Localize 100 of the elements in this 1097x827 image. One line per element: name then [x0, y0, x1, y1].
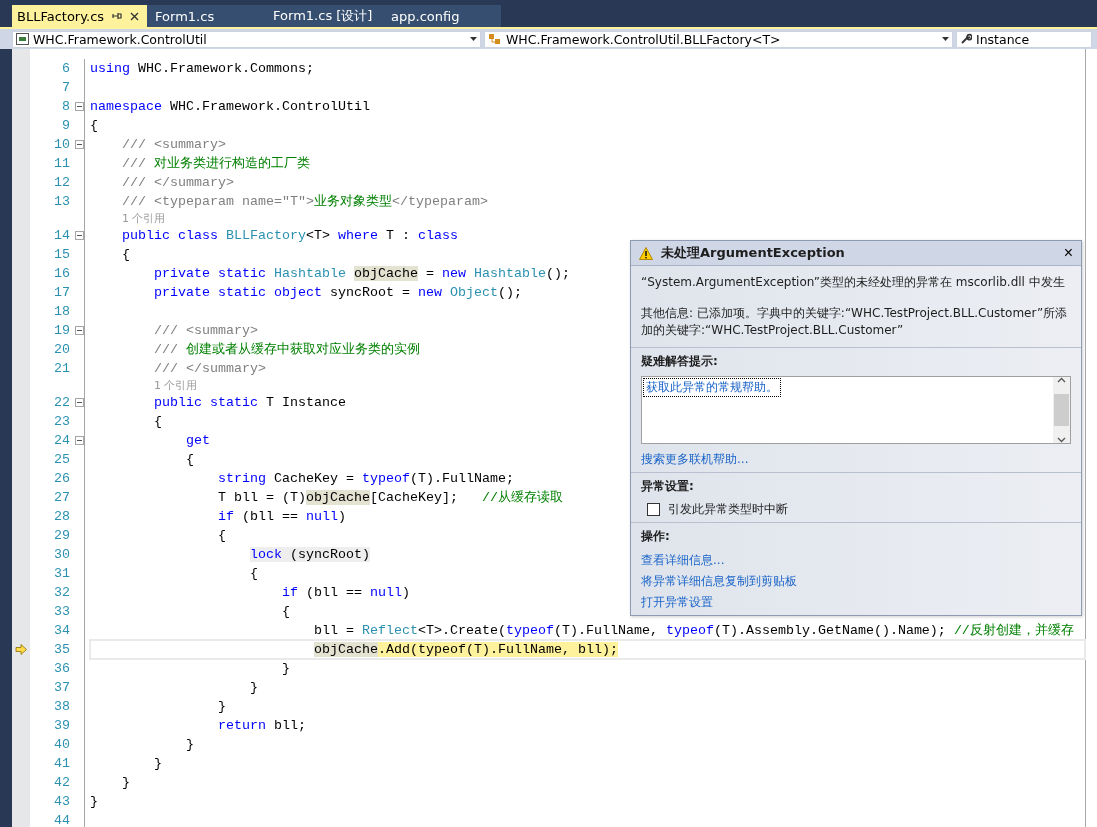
- line-number: 44: [53, 812, 70, 827]
- navigation-dropdown[interactable]: Instance: [956, 30, 1092, 48]
- exception-details: 其他信息: 已添加项。字典中的关键字:“WHC.TestProject.BLL.Customer”所添加的关键字:“WHC.TestProject.BLL.Customer”: [641, 305, 1069, 339]
- code-line: /// <typeparam name="T">业务对象类型</typeparam>: [121, 193, 488, 211]
- collapse-icon[interactable]: [74, 231, 84, 240]
- action-link[interactable]: 将异常详细信息复制到剪贴板: [641, 572, 1071, 590]
- line-number: 19: [53, 322, 70, 340]
- line-number: 30: [53, 546, 70, 564]
- code-line: }: [153, 755, 162, 773]
- line-number: 24: [53, 432, 70, 450]
- line-number: 20: [53, 341, 70, 359]
- code-line: using WHC.Framework.Commons;: [90, 60, 314, 78]
- file-tab[interactable]: app.config: [383, 5, 502, 27]
- code-line: {: [153, 413, 162, 431]
- line-number: 17: [53, 284, 70, 302]
- scrollbar-thumb[interactable]: [1054, 394, 1069, 426]
- code-line: private static object syncRoot = new Object();: [153, 284, 522, 302]
- code-line: /// </summary>: [153, 360, 266, 378]
- action-link[interactable]: 打开异常设置: [641, 593, 1071, 611]
- line-number: 21: [53, 360, 70, 378]
- line-number: 28: [53, 508, 70, 526]
- code-line: if (bll == null): [280, 584, 410, 602]
- code-line: }: [248, 679, 258, 697]
- line-number: 18: [53, 303, 70, 321]
- code-line: {: [185, 451, 194, 469]
- code-line: {: [121, 246, 130, 264]
- line-number: 41: [53, 755, 70, 773]
- checkbox[interactable]: [647, 503, 660, 516]
- code-line: }: [280, 660, 290, 678]
- line-number: 32: [53, 584, 70, 602]
- line-number: 31: [53, 565, 70, 583]
- scroll-down-icon[interactable]: [1057, 437, 1066, 443]
- scroll-up-icon[interactable]: [1057, 377, 1066, 383]
- code-line: {: [248, 565, 258, 583]
- dropdown-caret-icon[interactable]: [942, 37, 949, 41]
- code-line: /// 对业务类进行构造的工厂类: [121, 155, 310, 173]
- action-link[interactable]: 查看详细信息...: [641, 551, 1071, 569]
- line-number: 37: [53, 679, 70, 697]
- code-line: {: [217, 527, 226, 545]
- code-line: {: [90, 117, 98, 135]
- line-number: 10: [53, 136, 70, 154]
- file-tab[interactable]: Form1.cs [设计]: [265, 5, 384, 27]
- file-tab[interactable]: BLLFactory.cs: [12, 5, 148, 27]
- code-line: {: [280, 603, 290, 621]
- line-number: 35: [53, 641, 70, 659]
- code-line: get: [185, 432, 210, 450]
- collapse-icon[interactable]: [74, 140, 84, 149]
- search-help-link[interactable]: 搜索更多联机帮助...: [641, 450, 1071, 468]
- code-line: }: [121, 774, 130, 792]
- line-number: 16: [53, 265, 70, 283]
- line-number: 9: [61, 117, 70, 135]
- code-line: }: [90, 793, 98, 811]
- code-line: if (bll == null): [217, 508, 346, 526]
- line-number: 39: [53, 717, 70, 735]
- line-number: 6: [61, 60, 70, 78]
- line-number: 15: [53, 246, 70, 264]
- line-number: 7: [61, 79, 70, 97]
- code-line: /// <summary>: [153, 322, 258, 340]
- navigation-dropdown[interactable]: WHC.Framework.ControlUtil: [12, 30, 481, 48]
- section-heading: 操作:: [641, 528, 671, 545]
- line-number: 43: [53, 793, 70, 811]
- tip-link[interactable]: 获取此异常的常规帮助。: [643, 378, 781, 397]
- section-heading: 疑难解答提示:: [641, 353, 719, 370]
- dropdown-caret-icon[interactable]: [470, 37, 477, 41]
- collapse-icon[interactable]: [74, 326, 84, 335]
- line-number: 11: [53, 155, 70, 173]
- code-line: /// <summary>: [121, 136, 226, 154]
- navigation-dropdown[interactable]: WHC.Framework.ControlUtil.BLLFactory<T>: [484, 30, 953, 48]
- collapse-icon[interactable]: [74, 102, 84, 111]
- code-line: bll = Reflect<T>.Create(typeof(T).FullName, typeof(T).Assembly.GetName().Name); //反射创建，并缓存: [312, 622, 1074, 640]
- code-line: /// 创建或者从缓存中获取对应业务类的实例: [153, 341, 420, 359]
- code-line: return bll;: [217, 717, 306, 735]
- line-number: 27: [53, 489, 70, 507]
- file-icon: [16, 33, 29, 45]
- pin-icon[interactable]: [112, 11, 123, 21]
- line-number: 25: [53, 451, 70, 469]
- line-number: 14: [53, 227, 70, 245]
- line-number: 42: [53, 774, 70, 792]
- code-line: }: [217, 698, 226, 716]
- line-number: 29: [53, 527, 70, 545]
- code-line: public class BLLFactory<T> where T : class: [121, 227, 458, 245]
- line-number: 12: [53, 174, 70, 192]
- checkbox-label: 引发此异常类型时中断: [668, 501, 788, 518]
- line-number: 23: [53, 413, 70, 431]
- line-number: 34: [53, 622, 70, 640]
- code-line: namespace WHC.Framework.ControlUtil: [90, 98, 370, 116]
- line-number: 33: [53, 603, 70, 621]
- line-number: 38: [53, 698, 70, 716]
- file-tab[interactable]: Form1.cs: [147, 5, 266, 27]
- close-icon[interactable]: [130, 11, 140, 21]
- line-number: 36: [53, 660, 70, 678]
- line-number: 8: [61, 98, 70, 116]
- exception-title: 未处理ArgumentException: [661, 244, 846, 262]
- warning-icon: [639, 246, 653, 260]
- wrench-icon: [960, 33, 972, 45]
- code-line: objCache.Add(typeof(T).FullName, bll);: [90, 640, 1085, 659]
- collapse-icon[interactable]: [74, 398, 84, 407]
- collapse-icon[interactable]: [74, 436, 84, 445]
- code-line: public static T Instance: [153, 394, 346, 412]
- close-button[interactable]: ×: [1063, 245, 1073, 261]
